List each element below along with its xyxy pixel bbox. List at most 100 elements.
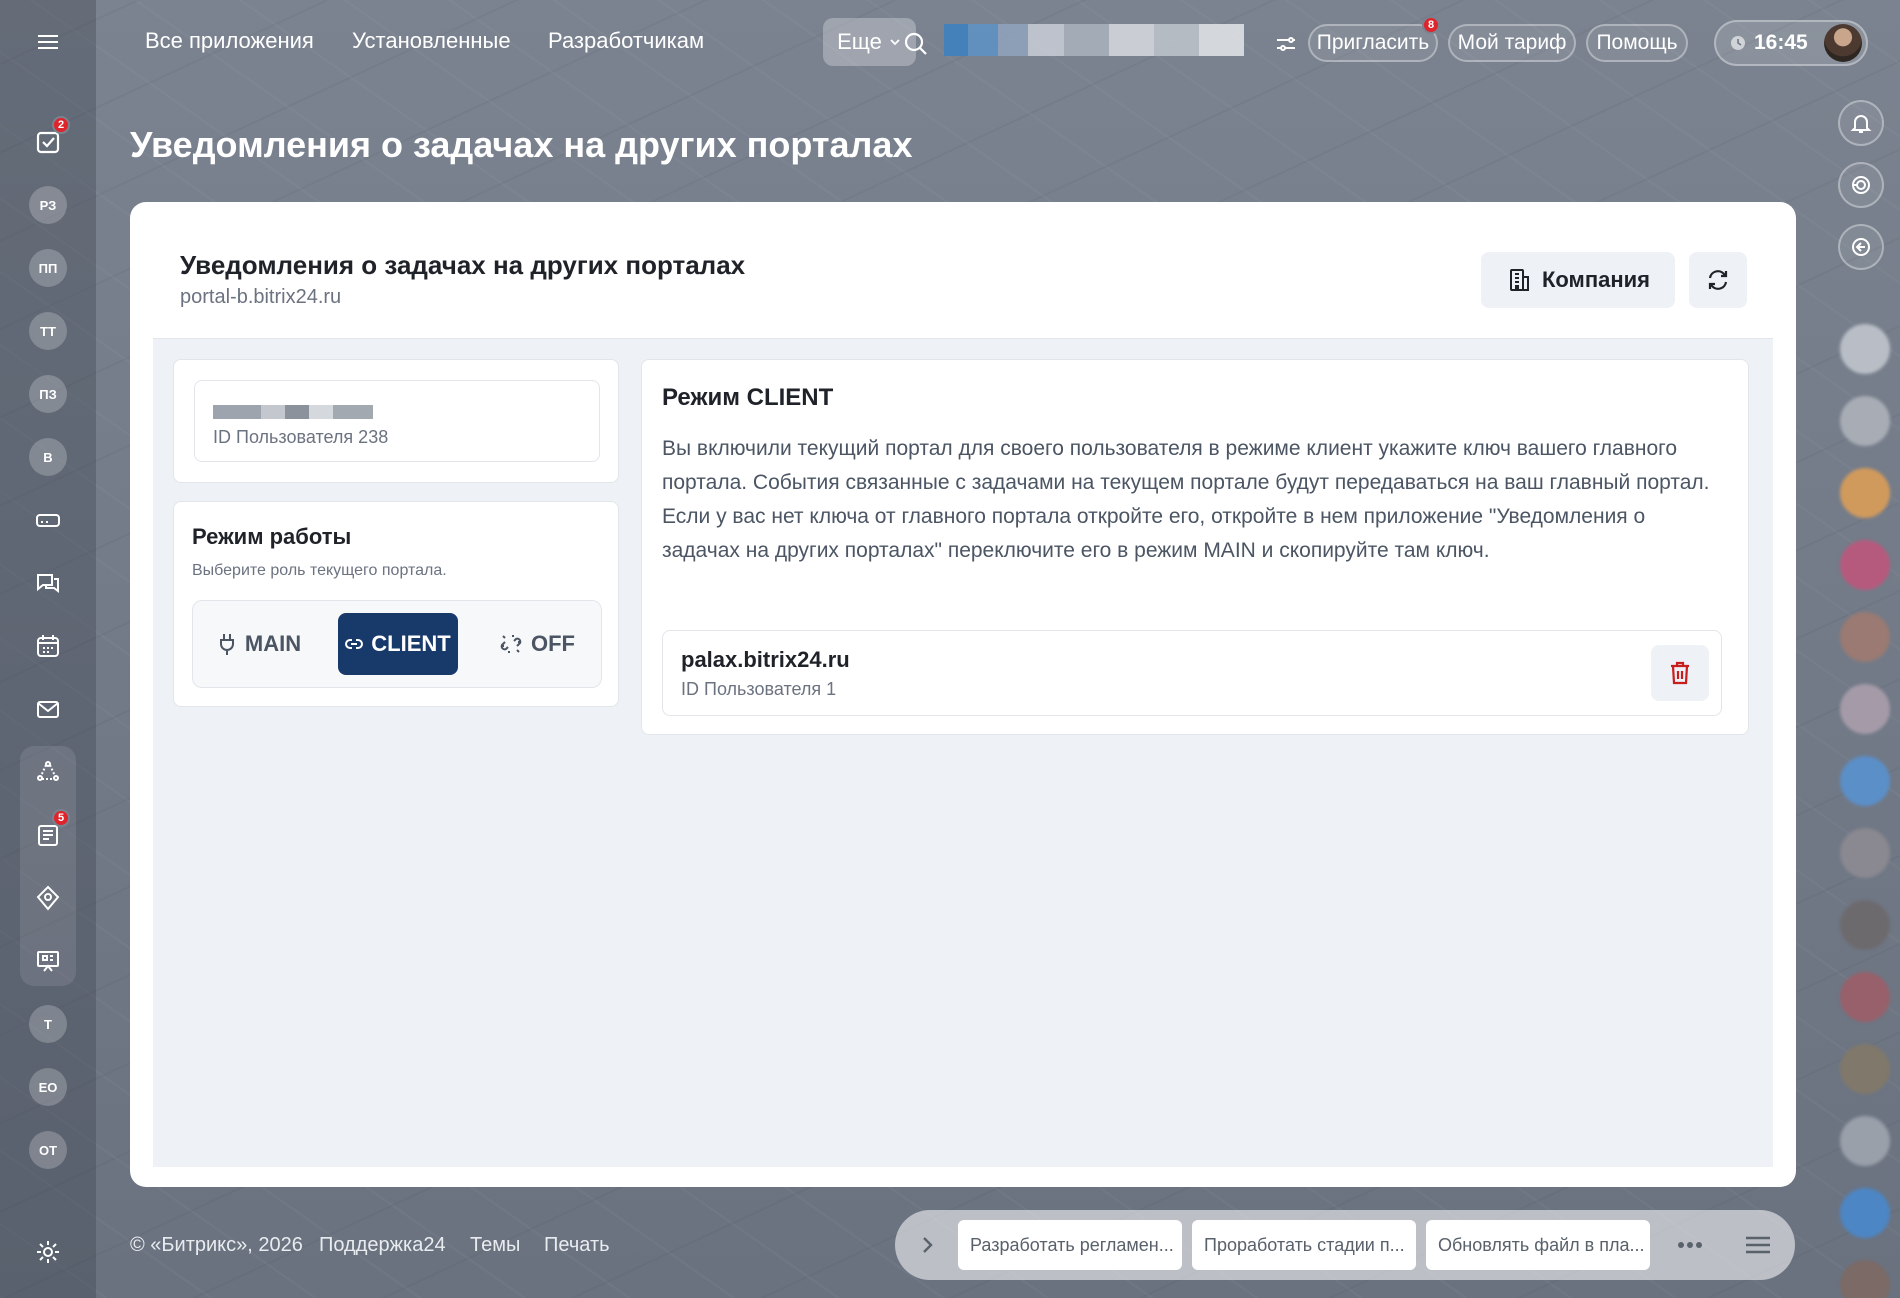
contact-avatar[interactable] [1840, 1116, 1890, 1166]
nav-installed[interactable]: Установленные [352, 28, 511, 54]
contact-avatar[interactable] [1840, 396, 1890, 446]
sites-icon[interactable] [26, 876, 70, 920]
help-button[interactable]: Помощь [1586, 24, 1688, 62]
group-tt[interactable]: ТТ [26, 309, 70, 353]
search-chat-icon[interactable] [1838, 224, 1884, 270]
refresh-button[interactable] [1689, 252, 1747, 308]
feed-icon[interactable]: 5 [26, 809, 71, 857]
nav-all-apps[interactable]: Все приложения [145, 28, 314, 54]
tariff-button[interactable]: Мой тариф [1448, 24, 1576, 62]
mode-client-option[interactable]: CLIENT [338, 613, 458, 675]
contact-avatar[interactable] [1840, 1260, 1890, 1298]
filter-icon[interactable] [1274, 32, 1298, 56]
chevron-right-icon[interactable] [917, 1233, 937, 1257]
time-widget[interactable]: 16:45 [1714, 20, 1868, 66]
nav-more-label: Еще [837, 29, 882, 54]
mail-icon[interactable] [26, 687, 70, 731]
tasks-badge: 2 [52, 116, 71, 134]
invite-button[interactable]: Пригласить 8 [1308, 16, 1441, 62]
group-label: ПЗ [29, 375, 67, 413]
footer-themes-link[interactable]: Темы [470, 1234, 520, 1257]
user-id: ID Пользователя 238 [213, 427, 389, 447]
group-ot[interactable]: ОТ [26, 1128, 70, 1172]
building-icon [1509, 269, 1529, 291]
presentation-icon[interactable] [26, 939, 70, 983]
task-chip[interactable]: Обновлять файл в пла... [1426, 1220, 1650, 1270]
right-sidebar [1816, 84, 1900, 1298]
footer-print-link[interactable]: Печать [544, 1234, 610, 1257]
mode-panel: Режим работы Выберите роль текущего порт… [173, 501, 619, 707]
group-t[interactable]: Т [26, 1002, 70, 1046]
contact-avatar[interactable] [1840, 468, 1890, 518]
help-label: Помощь [1596, 31, 1678, 54]
link-icon [345, 639, 364, 649]
mode-main-option[interactable]: MAIN [207, 613, 311, 675]
group-rz[interactable]: РЗ [26, 183, 70, 227]
delete-button[interactable] [1651, 645, 1709, 701]
footer-support-link[interactable]: Поддержка24 [319, 1234, 446, 1257]
mode-client-label: CLIENT [371, 631, 451, 656]
search-icon[interactable] [902, 30, 930, 58]
contact-avatar[interactable] [1840, 756, 1890, 806]
group-pp[interactable]: ПП [26, 246, 70, 290]
bell-icon[interactable] [1838, 100, 1884, 146]
invite-badge: 8 [1422, 16, 1441, 34]
plug-icon [219, 634, 234, 655]
menu-icon[interactable] [26, 20, 70, 64]
card-body: ID Пользователя 238 Режим работы Выберит… [153, 338, 1773, 1167]
group-label: ЕО [29, 1068, 67, 1106]
tasks-icon[interactable]: 2 [26, 116, 71, 164]
automation-icon[interactable] [26, 750, 70, 794]
mode-main-label: MAIN [244, 631, 302, 656]
more-dots-icon[interactable] [1676, 1236, 1704, 1254]
search-input[interactable] [944, 24, 1244, 56]
company-label: Компания [1541, 267, 1651, 292]
group-label: ПП [29, 249, 67, 287]
user-panel: ID Пользователя 238 [173, 359, 619, 483]
group-label: В [29, 438, 67, 476]
contact-avatar[interactable] [1840, 1044, 1890, 1094]
invite-label: Пригласить [1316, 31, 1430, 54]
contact-avatar[interactable] [1840, 828, 1890, 878]
calendar-icon[interactable] [26, 624, 70, 668]
portal-user-id: ID Пользователя 1 [681, 679, 837, 699]
chat-icon[interactable] [26, 561, 70, 605]
task-chip[interactable]: Разработать регламен... [958, 1220, 1182, 1270]
tariff-label: Мой тариф [1457, 31, 1567, 54]
contact-avatar[interactable] [1840, 540, 1890, 590]
company-button[interactable]: Компания [1481, 252, 1675, 308]
mode-switch: MAIN CLIENT OFF [192, 600, 602, 688]
broken-link-icon [500, 635, 522, 653]
refresh-icon [1708, 270, 1728, 290]
drive-icon[interactable] [26, 498, 70, 542]
contact-avatar[interactable] [1840, 900, 1890, 950]
group-eo[interactable]: ЕО [26, 1065, 70, 1109]
nav-developers[interactable]: Разработчикам [548, 28, 704, 54]
group-label: ОТ [29, 1131, 67, 1169]
list-icon[interactable] [1743, 1232, 1773, 1258]
top-navigation: Все приложения Установленные Разработчик… [96, 0, 1816, 84]
contact-avatar[interactable] [1840, 1188, 1890, 1238]
mode-off-option[interactable]: OFF [485, 613, 589, 675]
card-subtitle: portal-b.bitrix24.ru [180, 286, 342, 308]
contact-avatar[interactable] [1840, 684, 1890, 734]
card-title: Уведомления о задачах на других порталах [180, 250, 746, 280]
footer-copyright: © «Битрикс», 2026 [130, 1234, 303, 1256]
group-pz[interactable]: ПЗ [26, 372, 70, 416]
user-box: ID Пользователя 238 [194, 380, 600, 462]
group-v[interactable]: В [26, 435, 70, 479]
time-text: 16:45 [1754, 31, 1808, 54]
portal-row: palax.bitrix24.ru ID Пользователя 1 [662, 630, 1722, 716]
task-chip[interactable]: Проработать стадии п... [1192, 1220, 1416, 1270]
mode-title: Режим работы [192, 524, 352, 549]
mode-hint: Выберите роль текущего портала. [192, 562, 447, 579]
page-title: Уведомления о задачах на других порталах [130, 124, 913, 165]
user-avatar[interactable] [1824, 24, 1862, 62]
contact-avatar[interactable] [1840, 972, 1890, 1022]
contact-avatar[interactable] [1840, 324, 1890, 374]
copilot-icon[interactable] [1838, 162, 1884, 208]
group-label: ТТ [29, 312, 67, 350]
settings-icon[interactable] [26, 1230, 70, 1274]
contact-avatar[interactable] [1840, 612, 1890, 662]
app-card: Уведомления о задачах на других порталах… [130, 202, 1796, 1187]
